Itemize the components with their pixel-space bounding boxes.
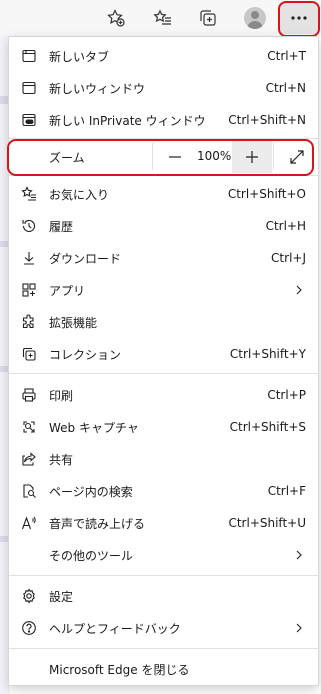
star-add-icon <box>107 9 125 27</box>
favorites-button[interactable] <box>148 3 178 33</box>
divider <box>9 138 318 139</box>
new-tab-icon <box>21 48 37 64</box>
menu-downloads[interactable]: ダウンロード Ctrl+J <box>9 244 318 272</box>
menu-item-label: コレクション <box>49 347 122 362</box>
divider <box>9 175 318 176</box>
chevron-right-icon <box>296 623 302 633</box>
zoom-row: ズーム 100% <box>9 140 318 173</box>
fullscreen-icon <box>290 149 304 164</box>
zoom-level: 100% <box>197 149 232 163</box>
menu-item-label: 新しいタブ <box>49 49 110 64</box>
shortcut-label: Ctrl+Shift+S <box>229 420 306 434</box>
zoom-label: ズーム <box>49 151 85 165</box>
share-icon <box>21 451 37 467</box>
menu-help-feedback[interactable]: ヘルプとフィードバック <box>9 614 318 642</box>
apps-icon <box>21 282 37 298</box>
fullscreen-button[interactable] <box>277 140 317 173</box>
menu-item-label: 音声で読み上げる <box>49 516 146 531</box>
shortcut-label: Ctrl+T <box>267 49 306 63</box>
read-aloud-icon <box>21 515 37 531</box>
menu-find-on-page[interactable]: ページ内の検索 Ctrl+F <box>9 477 318 505</box>
browser-toolbar <box>0 0 321 37</box>
menu-item-label: 共有 <box>49 452 74 467</box>
shortcut-label: Ctrl+Shift+Y <box>229 347 306 361</box>
menu-item-label: その他のツール <box>49 548 134 563</box>
shortcut-label: Ctrl+Shift+O <box>227 187 306 201</box>
menu-new-window[interactable]: 新しいウィンドウ Ctrl+N <box>9 74 318 102</box>
menu-item-label: ヘルプとフィードバック <box>49 621 181 636</box>
divider <box>9 575 318 576</box>
profile-button[interactable] <box>240 3 270 33</box>
menu-more-tools[interactable]: その他のツール <box>9 541 318 569</box>
printer-icon <box>21 387 37 403</box>
menu-extensions[interactable]: 拡張機能 <box>9 308 318 336</box>
menu-history[interactable]: 履歴 Ctrl+H <box>9 212 318 240</box>
menu-item-label: 新しいウィンドウ <box>49 81 146 96</box>
collections-icon <box>200 10 216 26</box>
chevron-right-icon <box>296 550 302 560</box>
menu-item-label: ページ内の検索 <box>49 484 133 499</box>
history-icon <box>21 218 37 234</box>
menu-favorites[interactable]: お気に入り Ctrl+Shift+O <box>9 180 318 208</box>
shortcut-label: Ctrl+N <box>265 81 306 95</box>
menu-item-label: Web キャプチャ <box>49 420 139 435</box>
settings-menu: 新しいタブ Ctrl+T 新しいウィンドウ Ctrl+N 新しい InPriva… <box>8 36 319 686</box>
menu-item-label: 履歴 <box>49 219 74 234</box>
web-capture-icon <box>21 419 37 435</box>
chevron-right-icon <box>296 285 302 295</box>
gear-icon <box>21 588 37 604</box>
shortcut-label: Ctrl+Shift+U <box>228 516 306 530</box>
menu-web-capture[interactable]: Web キャプチャ Ctrl+Shift+S <box>9 413 318 441</box>
collections-button[interactable] <box>193 3 223 33</box>
inprivate-window-icon <box>21 112 37 128</box>
avatar <box>244 7 266 29</box>
zoom-in-button[interactable] <box>232 140 272 173</box>
collections-icon <box>21 346 37 362</box>
zoom-out-button[interactable] <box>155 140 195 173</box>
menu-item-label: アプリ <box>49 283 86 298</box>
add-favorite-button[interactable] <box>101 3 131 33</box>
menu-new-tab[interactable]: 新しいタブ Ctrl+T <box>9 42 318 70</box>
favorites-list-icon <box>153 9 171 25</box>
menu-item-label: 拡張機能 <box>49 315 98 330</box>
menu-item-label: ダウンロード <box>49 251 122 266</box>
more-dots-icon <box>291 16 307 20</box>
menu-new-inprivate-window[interactable]: 新しい InPrivate ウィンドウ Ctrl+Shift+N <box>9 106 318 134</box>
shortcut-label: Ctrl+P <box>267 388 306 402</box>
menu-item-label: 印刷 <box>49 388 74 403</box>
shortcut-label: Ctrl+J <box>271 251 306 265</box>
menu-settings[interactable]: 設定 <box>9 582 318 610</box>
divider <box>9 648 318 649</box>
minus-icon <box>169 155 181 158</box>
menu-apps[interactable]: アプリ <box>9 276 318 304</box>
menu-close-edge[interactable]: Microsoft Edge を閉じる <box>9 655 318 683</box>
shortcut-label: Ctrl+Shift+N <box>228 113 306 127</box>
menu-read-aloud[interactable]: 音声で読み上げる Ctrl+Shift+U <box>9 509 318 537</box>
shortcut-label: Ctrl+H <box>265 219 306 233</box>
star-list-icon <box>21 186 37 202</box>
help-icon <box>21 620 37 636</box>
menu-item-label: Microsoft Edge を閉じる <box>49 662 190 677</box>
new-window-icon <box>21 80 37 96</box>
menu-collections[interactable]: コレクション Ctrl+Shift+Y <box>9 340 318 368</box>
puzzle-icon <box>21 314 37 330</box>
divider <box>9 373 318 374</box>
menu-print[interactable]: 印刷 Ctrl+P <box>9 381 318 409</box>
download-icon <box>21 250 37 266</box>
shortcut-label: Ctrl+F <box>267 484 306 498</box>
menu-item-label: 設定 <box>49 589 74 604</box>
settings-and-more-button[interactable] <box>280 2 318 34</box>
menu-item-label: 新しい InPrivate ウィンドウ <box>49 113 206 128</box>
menu-item-label: お気に入り <box>49 187 110 202</box>
plus-icon <box>246 150 258 163</box>
find-icon <box>21 483 37 499</box>
menu-share[interactable]: 共有 <box>9 445 318 473</box>
